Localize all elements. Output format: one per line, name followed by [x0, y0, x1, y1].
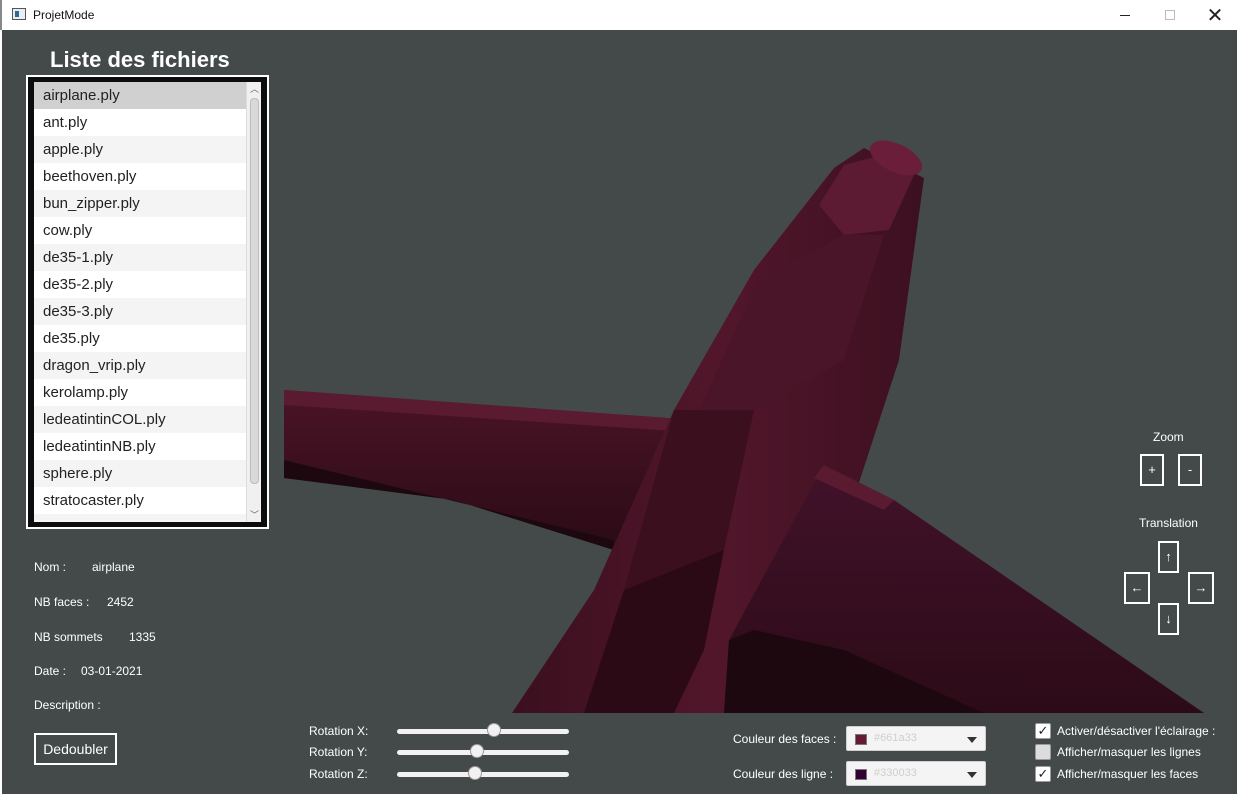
- rotation-z-label: Rotation Z:: [309, 767, 368, 781]
- lines-checkbox[interactable]: [1035, 744, 1051, 760]
- lighting-checkbox[interactable]: ✓: [1035, 723, 1051, 739]
- file-list-item[interactable]: kerolamp.ply: [34, 379, 246, 406]
- title-bar: ProjetMode ✕: [0, 0, 1237, 30]
- scroll-up-icon[interactable]: ︿: [247, 82, 262, 96]
- minimize-button[interactable]: [1102, 0, 1148, 30]
- info-vertices-row: NB sommets 1335: [34, 630, 156, 644]
- file-list-frame: airplane.ply ant.ply apple.ply beethoven.pl…: [26, 75, 269, 529]
- info-faces-row: NB faces : 2452: [34, 595, 134, 609]
- info-vertices-label: NB sommets: [34, 630, 103, 644]
- dedoubler-button[interactable]: Dedoubler: [34, 733, 117, 765]
- scroll-thumb[interactable]: [250, 98, 259, 484]
- zoom-label: Zoom: [1153, 430, 1184, 444]
- rotation-y-slider[interactable]: [397, 744, 569, 760]
- file-list[interactable]: airplane.ply ant.ply apple.ply beethoven.pl…: [34, 82, 246, 522]
- file-list-item[interactable]: de35-3.ply: [34, 298, 246, 325]
- minimize-icon: [1120, 14, 1130, 16]
- lines-label: Afficher/masquer les lignes: [1057, 745, 1201, 759]
- info-faces-label: NB faces :: [34, 595, 90, 609]
- close-button[interactable]: ✕: [1192, 0, 1237, 30]
- zoom-in-button[interactable]: +: [1140, 454, 1164, 486]
- app-icon: [12, 8, 26, 20]
- info-description-label: Description :: [34, 698, 101, 712]
- translation-label: Translation: [1139, 516, 1198, 530]
- file-list-item[interactable]: bun_zipper.ply: [34, 190, 246, 217]
- file-list-item[interactable]: apple.ply: [34, 136, 246, 163]
- faces-checkbox[interactable]: ✓: [1035, 766, 1051, 782]
- model-viewport[interactable]: [284, 30, 1204, 713]
- file-list-item[interactable]: beethoven.ply: [34, 163, 246, 190]
- window-title: ProjetMode: [33, 8, 95, 22]
- slider-thumb[interactable]: [468, 766, 483, 780]
- slider-thumb[interactable]: [487, 723, 502, 737]
- lighting-label: Activer/désactiver l'éclairage :: [1057, 724, 1216, 738]
- line-color-picker[interactable]: #330033: [846, 761, 986, 786]
- zoom-out-button[interactable]: -: [1178, 454, 1202, 486]
- face-color-swatch: [855, 734, 867, 745]
- info-description-row: Description :: [34, 698, 101, 712]
- file-list-item[interactable]: ant.ply: [34, 109, 246, 136]
- maximize-icon: [1165, 10, 1175, 20]
- translate-up-button[interactable]: ↑: [1158, 541, 1179, 573]
- face-color-label: Couleur des faces :: [733, 732, 837, 746]
- translate-left-button[interactable]: ←: [1124, 572, 1150, 604]
- info-date-value: 03-01-2021: [81, 664, 143, 678]
- info-name-label: Nom :: [34, 560, 67, 574]
- file-list-scrollbar[interactable]: ︿ ﹀: [246, 82, 261, 522]
- main-area: Liste des fichiers airplane.ply ant.ply ap…: [2, 30, 1237, 794]
- info-name-value: airplane: [92, 560, 135, 574]
- close-icon: ✕: [1206, 4, 1224, 27]
- file-list-item[interactable]: de35.ply: [34, 325, 246, 352]
- rotation-z-slider[interactable]: [397, 766, 569, 782]
- line-color-value: #330033: [874, 767, 917, 779]
- file-list-item[interactable]: stratocaster.ply: [34, 487, 246, 514]
- slider-thumb[interactable]: [469, 744, 484, 758]
- file-list-item[interactable]: dragon_vrip.ply: [34, 352, 246, 379]
- translate-down-button[interactable]: ↓: [1158, 603, 1179, 635]
- airplane-model: [284, 140, 1204, 713]
- info-date-label: Date :: [34, 664, 67, 678]
- info-faces-value: 2452: [107, 595, 134, 609]
- slider-track: [397, 729, 569, 734]
- rotation-y-label: Rotation Y:: [309, 745, 368, 759]
- face-color-value: #661a33: [874, 732, 917, 744]
- rotation-x-label: Rotation X:: [309, 724, 369, 738]
- rotation-x-slider[interactable]: [397, 723, 569, 739]
- info-date-row: Date : 03-01-2021: [34, 664, 142, 678]
- face-color-picker[interactable]: #661a33: [846, 726, 986, 751]
- file-list-title: Liste des fichiers: [50, 47, 230, 72]
- file-list-item[interactable]: ledeatintinNB.ply: [34, 433, 246, 460]
- file-list-item[interactable]: ledeatintinCOL.ply: [34, 406, 246, 433]
- info-name-row: Nom : airplane: [34, 560, 135, 574]
- maximize-button[interactable]: [1147, 0, 1193, 30]
- slider-track: [397, 772, 569, 777]
- translate-right-button[interactable]: →: [1188, 572, 1214, 604]
- file-list-item[interactable]: de35-1.ply: [34, 244, 246, 271]
- line-color-swatch: [855, 769, 867, 780]
- info-vertices-value: 1335: [129, 630, 156, 644]
- file-list-item[interactable]: sphere.ply: [34, 460, 246, 487]
- scroll-down-icon[interactable]: ﹀: [247, 508, 262, 522]
- faces-label: Afficher/masquer les faces: [1057, 767, 1199, 781]
- chevron-down-icon: [967, 737, 977, 743]
- file-list-item[interactable]: airplane.ply: [34, 82, 246, 109]
- chevron-down-icon: [967, 772, 977, 778]
- line-color-label: Couleur des ligne :: [733, 767, 834, 781]
- file-list-item[interactable]: de35-2.ply: [34, 271, 246, 298]
- file-list-item[interactable]: cow.ply: [34, 217, 246, 244]
